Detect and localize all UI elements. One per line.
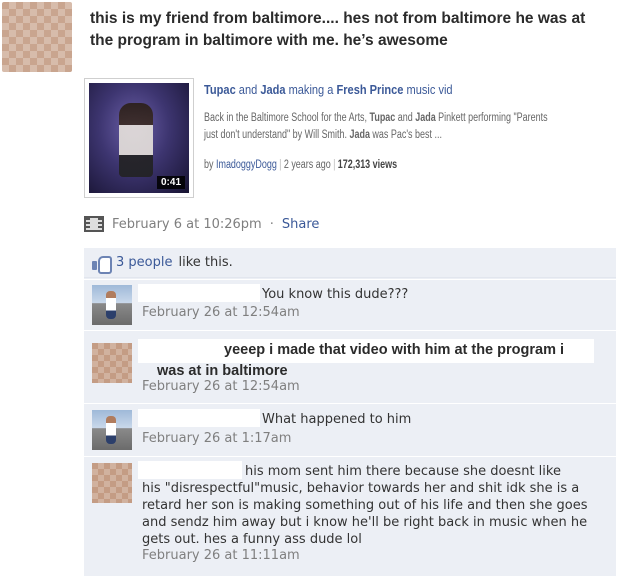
desc-part: Back in the Baltimore School for the Art… xyxy=(204,112,370,124)
post-author-avatar[interactable] xyxy=(2,2,72,72)
by-label: by xyxy=(204,159,214,171)
video-attachment[interactable]: 0:41 Tupac and Jada making a Fresh Princ… xyxy=(84,78,594,208)
video-thumbnail[interactable]: 0:41 xyxy=(89,83,189,193)
performer-figure xyxy=(119,103,153,177)
likes-suffix: like this. xyxy=(178,255,233,270)
upload-age: 2 years ago xyxy=(283,159,331,171)
desc-part: and xyxy=(395,112,416,124)
comment-text: yeeep i made that video with him at the … xyxy=(224,342,565,358)
post-timestamp[interactable]: February 6 at 10:26pm xyxy=(112,217,262,232)
desc-part: was Pac's best ... xyxy=(369,129,442,141)
comment: What happened to him February 26 at 1:17… xyxy=(84,403,616,455)
share-link[interactable]: Share xyxy=(282,217,320,232)
like-thumb-icon xyxy=(92,255,112,274)
title-making: making a xyxy=(285,82,337,97)
meta-separator: · xyxy=(269,216,274,232)
desc-jada: Jada xyxy=(415,112,436,124)
title-jada: Jada xyxy=(260,82,286,97)
comment-time[interactable]: February 26 at 12:54am xyxy=(142,379,300,394)
video-film-icon xyxy=(84,216,104,232)
commenter-name-redacted xyxy=(138,461,242,479)
video-meta: by ImadoggyDogg | 2 years ago | 172,313 view… xyxy=(204,159,398,171)
desc-jada: Jada xyxy=(349,129,370,141)
feedback-box: 3 people like this. You know this dude??… xyxy=(84,248,616,576)
video-description: Back in the Baltimore School for the Art… xyxy=(204,110,555,144)
comment-time[interactable]: February 26 at 12:54am xyxy=(142,305,300,320)
title-fresh-prince: Fresh Prince xyxy=(336,82,404,97)
commenter-avatar[interactable] xyxy=(92,285,132,325)
video-title-link[interactable]: Tupac and Jada making a Fresh Prince mus… xyxy=(204,82,453,97)
title-and: and xyxy=(235,82,261,97)
likers-link[interactable]: 3 people xyxy=(116,255,172,270)
comment: yeeep i made that video with him at the … xyxy=(84,330,616,402)
video-duration: 0:41 xyxy=(156,176,185,189)
comment-text: What happened to him xyxy=(262,412,412,427)
post-meta: February 6 at 10:26pm · Share xyxy=(84,216,319,232)
view-count: 172,313 views xyxy=(337,159,398,171)
commenter-avatar[interactable] xyxy=(92,463,132,503)
commenter-avatar[interactable] xyxy=(92,410,132,450)
commenter-name-redacted xyxy=(138,284,260,302)
commenter-name-redacted xyxy=(138,409,260,427)
comment-time[interactable]: February 26 at 11:11am xyxy=(142,548,300,563)
comment-time[interactable]: February 26 at 1:17am xyxy=(142,431,291,446)
title-music-vid: music vid xyxy=(403,82,453,97)
video-thumbnail-frame[interactable]: 0:41 xyxy=(84,78,194,198)
comment: You know this dude??? February 26 at 12:… xyxy=(84,279,616,329)
comment: his mom sent him there because she doesn… xyxy=(84,456,616,576)
uploader-link[interactable]: ImadoggyDogg xyxy=(216,159,277,171)
comment-text-continued: his "disrespectful"music, behavior towar… xyxy=(142,481,588,547)
likes-row: 3 people like this. xyxy=(84,248,616,278)
desc-tupac: Tupac xyxy=(369,112,396,124)
title-tupac: Tupac xyxy=(204,82,236,97)
comment-text: his mom sent him there because she doesn… xyxy=(245,464,561,479)
post-message: this is my friend from baltimore.... hes… xyxy=(90,10,586,49)
comment-text: You know this dude??? xyxy=(262,287,409,302)
commenter-avatar[interactable] xyxy=(92,343,132,383)
